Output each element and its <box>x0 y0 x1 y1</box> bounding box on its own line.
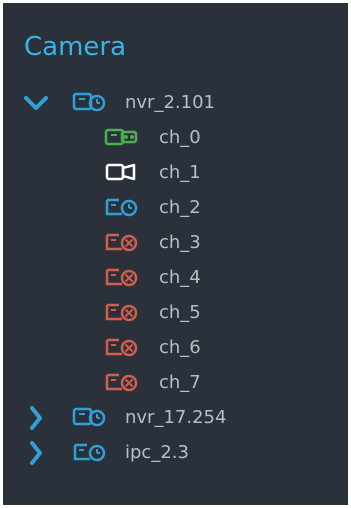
chevron-right-icon[interactable] <box>21 400 51 435</box>
chevron-right-icon[interactable] <box>21 435 51 470</box>
tree-channel-ch-6[interactable]: ch_6 <box>3 330 348 365</box>
tree-channel-ch-4[interactable]: ch_4 <box>3 260 348 295</box>
tree-channel-ch-2[interactable]: ch_2 <box>3 190 348 225</box>
channel-label: ch_5 <box>159 302 201 323</box>
camera-online-icon <box>72 91 106 113</box>
channel-label: ch_4 <box>159 267 201 288</box>
camera-offline-icon <box>104 231 138 253</box>
tree-node-label: nvr_2.101 <box>125 92 215 113</box>
tree-node-nvr-17-254[interactable]: nvr_17.254 <box>3 400 348 435</box>
camera-panel: Camera nvr_2.101 ch_0 ch_1 ch_2 ch_3 ch_… <box>3 3 348 505</box>
tree-node-label: ipc_2.3 <box>125 442 189 463</box>
chevron-down-icon[interactable] <box>21 85 51 120</box>
channel-label: ch_6 <box>159 337 201 358</box>
camera-offline-icon <box>104 336 138 358</box>
camera-offline-icon <box>104 371 138 393</box>
camera-recording-icon <box>104 126 138 148</box>
channel-label: ch_3 <box>159 232 201 253</box>
channel-label: ch_2 <box>159 197 201 218</box>
camera-idle-icon <box>104 161 138 183</box>
camera-offline-icon <box>104 266 138 288</box>
channel-label: ch_1 <box>159 162 201 183</box>
camera-offline-icon <box>104 301 138 323</box>
camera-tree: nvr_2.101 ch_0 ch_1 ch_2 ch_3 ch_4 ch_5 … <box>3 85 348 470</box>
camera-online-icon <box>72 441 106 463</box>
tree-node-ipc-2-3[interactable]: ipc_2.3 <box>3 435 348 470</box>
tree-channel-ch-7[interactable]: ch_7 <box>3 365 348 400</box>
panel-title: Camera <box>24 32 127 62</box>
tree-channel-ch-1[interactable]: ch_1 <box>3 155 348 190</box>
channel-label: ch_7 <box>159 372 201 393</box>
tree-channel-ch-5[interactable]: ch_5 <box>3 295 348 330</box>
camera-online-icon <box>72 406 106 428</box>
tree-channel-ch-3[interactable]: ch_3 <box>3 225 348 260</box>
tree-channel-ch-0[interactable]: ch_0 <box>3 120 348 155</box>
channel-label: ch_0 <box>159 127 201 148</box>
tree-node-label: nvr_17.254 <box>125 407 227 428</box>
tree-node-nvr-2-101[interactable]: nvr_2.101 <box>3 85 348 120</box>
camera-online-icon <box>104 196 138 218</box>
